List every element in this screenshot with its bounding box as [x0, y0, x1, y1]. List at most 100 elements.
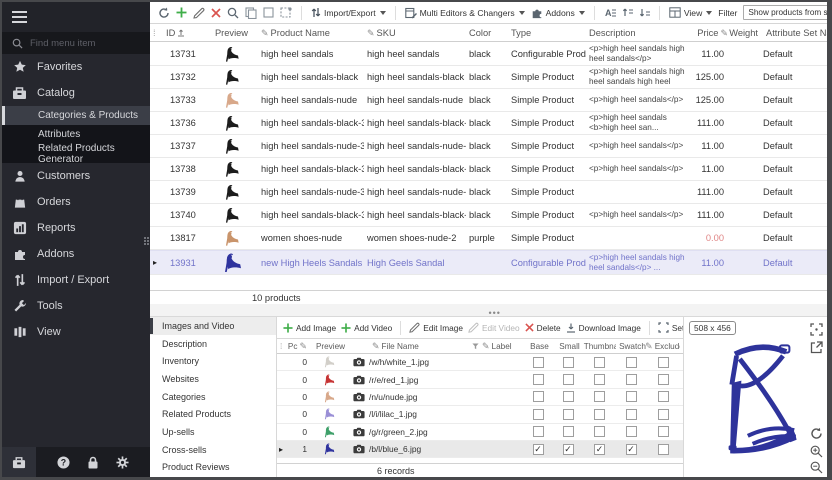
- search-products-button[interactable]: [227, 7, 239, 19]
- sidebar-item-related-products-generator[interactable]: Related Products Generator: [2, 144, 150, 163]
- sidebar-item-favorites[interactable]: Favorites: [2, 54, 150, 80]
- hamburger-menu-button[interactable]: [2, 2, 150, 32]
- base-checkbox[interactable]: [533, 374, 544, 385]
- swatch-checkbox[interactable]: ✓: [626, 444, 637, 455]
- image-row[interactable]: 0/r/e/red_1.jpg: [277, 371, 683, 388]
- tab-inventory[interactable]: Inventory: [150, 352, 276, 370]
- column-sku[interactable]: ✎SKU: [364, 28, 466, 39]
- tab-product-reviews[interactable]: Product Reviews: [150, 459, 276, 477]
- addons-menu[interactable]: Addons: [531, 7, 585, 19]
- zoom-in-button[interactable]: [810, 445, 823, 458]
- exclude-checkbox[interactable]: [658, 409, 669, 420]
- swatch-checkbox[interactable]: [626, 374, 637, 385]
- product-row-13931[interactable]: ▸13931new High Heels SandalsHigh Geels S…: [150, 250, 827, 275]
- column-file-name[interactable]: ✎File Name: [369, 341, 469, 352]
- column-label[interactable]: ✎Label: [479, 341, 523, 352]
- product-row-13733[interactable]: 13733high heel sandals-nudehigh heel san…: [150, 89, 827, 112]
- fit-to-window-button[interactable]: [810, 323, 823, 336]
- delete-product-button[interactable]: [211, 8, 221, 18]
- small-checkbox[interactable]: [563, 426, 574, 437]
- expand-rows-button[interactable]: [622, 7, 633, 18]
- filter-applied-icon[interactable]: [469, 343, 479, 350]
- add-image-button[interactable]: Add Image: [283, 323, 336, 333]
- tab-related-products[interactable]: Related Products: [150, 405, 276, 423]
- thumbnail-checkbox[interactable]: [594, 391, 605, 402]
- product-row-13739[interactable]: 13739high heel sandals-nude-37high heel …: [150, 181, 827, 204]
- product-row-13817[interactable]: 13817women shoes-nudewomen shoes-nude-2p…: [150, 227, 827, 250]
- column-preview[interactable]: Preview: [202, 28, 258, 38]
- exclude-checkbox[interactable]: [658, 426, 669, 437]
- sidebar-item-categories-products[interactable]: Categories & Products: [2, 106, 150, 125]
- product-row-13740[interactable]: 13740high heel sandals-black-38high heel…: [150, 204, 827, 227]
- tab-categories[interactable]: Categories: [150, 388, 276, 406]
- image-row[interactable]: ▸1/b/l/blue_6.jpg✓✓✓✓: [277, 441, 683, 458]
- tab-cross-sells[interactable]: Cross-sells: [150, 441, 276, 459]
- auto-size-columns-button[interactable]: A: [604, 7, 616, 18]
- base-checkbox[interactable]: [533, 357, 544, 368]
- sidebar-item-view[interactable]: View: [2, 319, 150, 345]
- image-row[interactable]: 0/g/r/green_2.jpg: [277, 424, 683, 441]
- collapse-rows-button[interactable]: [639, 7, 650, 18]
- sidebar-item-addons[interactable]: Addons: [2, 241, 150, 267]
- exclude-checkbox[interactable]: [658, 357, 669, 368]
- panel-splitter-grip[interactable]: [143, 233, 150, 248]
- settings-button[interactable]: [116, 456, 129, 469]
- swatch-checkbox[interactable]: [626, 426, 637, 437]
- image-row[interactable]: 0/n/u/nude.jpg: [277, 389, 683, 406]
- add-video-button[interactable]: Add Video: [341, 323, 392, 333]
- product-row-13732[interactable]: 13732high heel sandals-blackhigh heel sa…: [150, 66, 827, 89]
- refresh-button[interactable]: [158, 7, 170, 19]
- thumbnail-checkbox[interactable]: [594, 426, 605, 437]
- small-checkbox[interactable]: [563, 409, 574, 420]
- product-row-13738[interactable]: 13738high heel sandals-black-37high heel…: [150, 158, 827, 181]
- column-position[interactable]: Pc✎: [287, 341, 309, 352]
- sidebar-search-input[interactable]: [30, 38, 130, 49]
- product-row-13736[interactable]: 13736high heel sandals-black-36high heel…: [150, 112, 827, 135]
- tab-websites[interactable]: Websites: [150, 370, 276, 388]
- column-description[interactable]: Description: [586, 28, 686, 38]
- base-checkbox[interactable]: [533, 426, 544, 437]
- sidebar-item-reports[interactable]: Reports: [2, 215, 150, 241]
- column-product-name[interactable]: ✎Product Name: [258, 28, 364, 39]
- add-product-button[interactable]: [176, 7, 187, 18]
- store-manager-button[interactable]: [2, 447, 36, 477]
- swatch-checkbox[interactable]: [626, 391, 637, 402]
- zoom-out-button[interactable]: [810, 461, 823, 474]
- column-price[interactable]: Price✎: [686, 28, 728, 39]
- import-export-menu[interactable]: Import/Export: [311, 7, 386, 18]
- tab-up-sells[interactable]: Up-sells: [150, 423, 276, 441]
- edit-product-button[interactable]: [193, 7, 205, 19]
- download-image-button[interactable]: Download Image: [566, 323, 641, 333]
- column-thumbnail[interactable]: Thumbna: [583, 342, 616, 351]
- thumbnail-checkbox[interactable]: ✓: [594, 444, 605, 455]
- thumbnail-checkbox[interactable]: [594, 409, 605, 420]
- exclude-checkbox[interactable]: [658, 444, 669, 455]
- category-filter-select[interactable]: Show products from selected categories: [743, 5, 827, 20]
- small-checkbox[interactable]: [563, 357, 574, 368]
- small-checkbox[interactable]: [563, 391, 574, 402]
- column-weight[interactable]: Weight: [728, 28, 760, 38]
- lock-button[interactable]: [87, 456, 99, 469]
- swatch-checkbox[interactable]: [626, 409, 637, 420]
- sidebar-item-orders[interactable]: Orders: [2, 189, 150, 215]
- base-checkbox[interactable]: ✓: [533, 444, 544, 455]
- multi-editors-menu[interactable]: Multi Editors & Changers: [405, 7, 525, 19]
- sidebar-item-attributes[interactable]: Attributes: [2, 125, 150, 144]
- sidebar-search[interactable]: [2, 32, 150, 54]
- base-checkbox[interactable]: [533, 391, 544, 402]
- edit-image-button[interactable]: Edit Image: [409, 322, 463, 333]
- column-attribute-set[interactable]: Attribute Set Name: [760, 28, 827, 38]
- small-checkbox[interactable]: ✓: [563, 444, 574, 455]
- column-image-preview[interactable]: Preview: [309, 342, 349, 351]
- view-menu[interactable]: View: [669, 7, 712, 18]
- sidebar-item-catalog[interactable]: Catalog: [2, 80, 150, 106]
- swatch-checkbox[interactable]: [626, 357, 637, 368]
- set-resize-rule-button[interactable]: Set Resize Rule: [658, 322, 683, 333]
- sidebar-item-customers[interactable]: Customers: [2, 163, 150, 189]
- sidebar-item-tools[interactable]: Tools: [2, 293, 150, 319]
- copy-button[interactable]: [245, 7, 257, 19]
- exclude-checkbox[interactable]: [658, 391, 669, 402]
- paste-button[interactable]: [280, 7, 292, 19]
- column-type[interactable]: Type: [508, 28, 586, 38]
- refresh-image-button[interactable]: [810, 427, 823, 440]
